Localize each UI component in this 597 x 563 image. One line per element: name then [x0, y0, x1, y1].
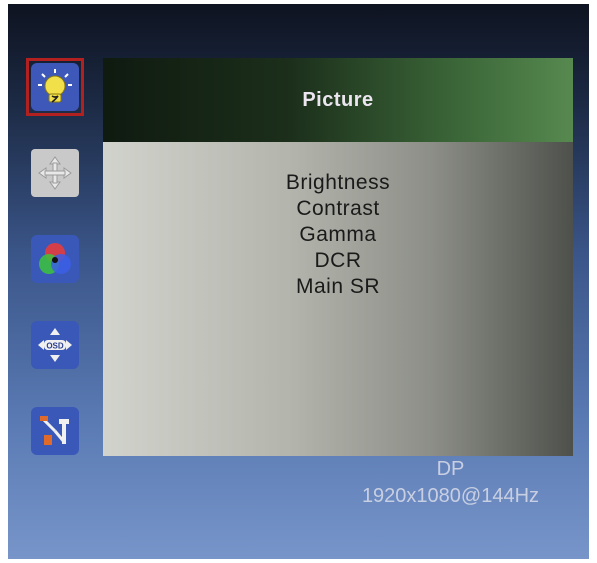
lightbulb-icon — [31, 63, 79, 111]
input-source-label: DP — [436, 458, 465, 480]
sidebar-item-osd-settings[interactable]: OSD — [26, 316, 84, 374]
input-status: DP 1920x1080@144Hz — [328, 456, 573, 510]
panel-title: Picture — [302, 88, 374, 111]
menu-item-main-sr[interactable]: Main SR — [296, 274, 380, 300]
color-circles-icon — [31, 235, 79, 283]
panel-header: Picture — [103, 58, 573, 142]
position-arrows-icon — [31, 149, 79, 197]
monitor-osd-screen: OSD Picture Brightness Contrast Gamma DC… — [8, 4, 589, 559]
sidebar-item-position[interactable] — [26, 144, 84, 202]
resolution-label: 1920x1080@144Hz — [361, 485, 540, 507]
menu-list: Brightness Contrast Gamma DCR Main SR — [103, 170, 573, 300]
sidebar-item-color[interactable] — [26, 230, 84, 288]
sidebar-item-picture[interactable] — [26, 58, 84, 116]
menu-item-gamma[interactable]: Gamma — [299, 222, 376, 248]
menu-item-contrast[interactable]: Contrast — [296, 196, 379, 222]
osd-icon-label: OSD — [46, 342, 64, 351]
picture-menu-panel: Picture Brightness Contrast Gamma DCR Ma… — [103, 58, 573, 456]
panel-body: Brightness Contrast Gamma DCR Main SR — [103, 142, 573, 456]
sidebar-item-tools[interactable] — [26, 402, 84, 460]
menu-item-brightness[interactable]: Brightness — [286, 170, 390, 196]
tools-icon — [31, 407, 79, 455]
osd-arrows-icon: OSD — [31, 321, 79, 369]
menu-item-dcr[interactable]: DCR — [315, 248, 362, 274]
